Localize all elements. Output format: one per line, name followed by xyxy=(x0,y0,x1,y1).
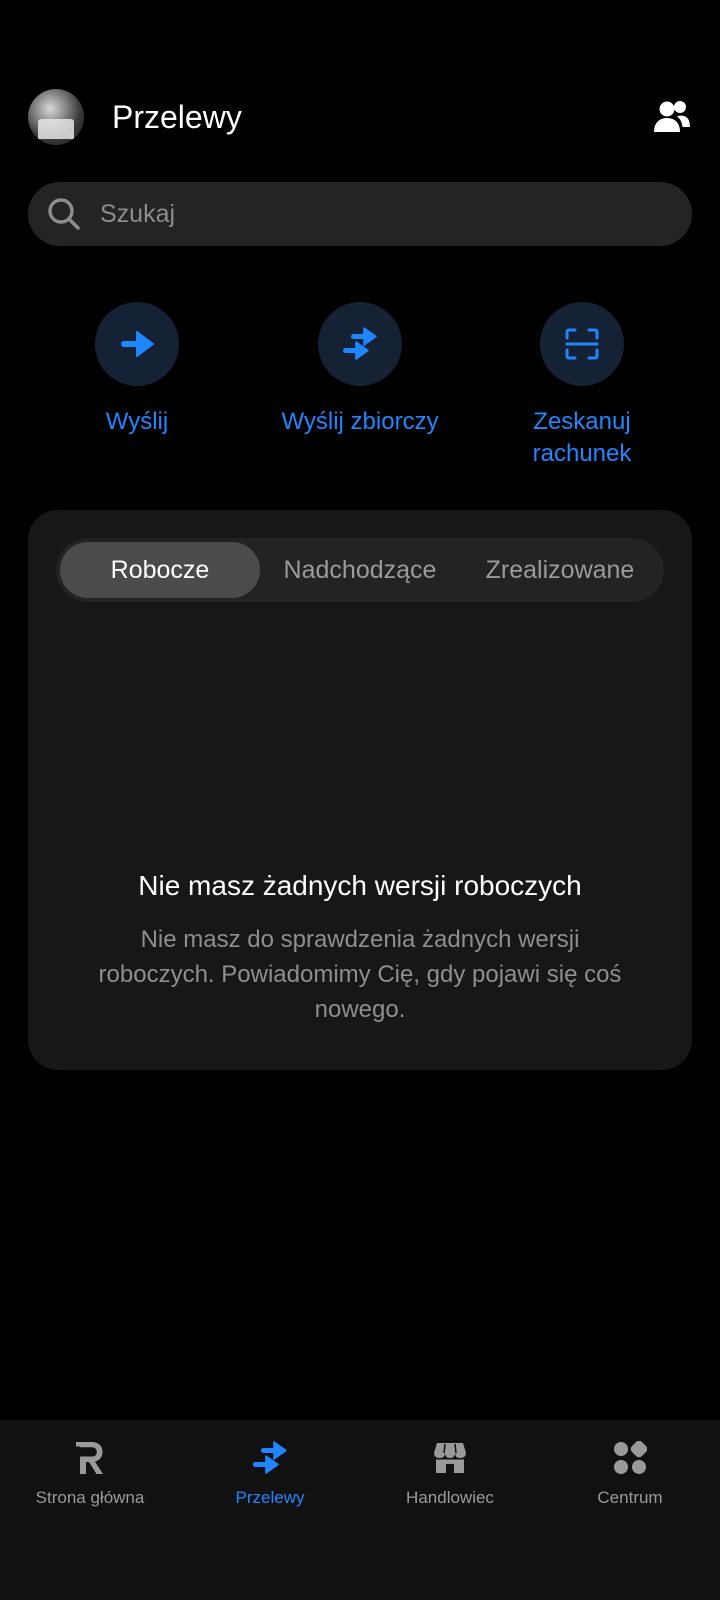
empty-state-description: Nie masz do sprawdzenia żadnych wersji r… xyxy=(98,926,622,1023)
scan-bill-button[interactable]: Zeskanuj rachunek xyxy=(472,302,692,470)
scan-bill-label: Zeskanuj rachunek xyxy=(532,408,632,467)
empty-state-title: Nie masz żadnych wersji roboczych xyxy=(138,870,582,901)
contacts-button[interactable] xyxy=(652,97,692,137)
nav-item-hub[interactable]: Centrum xyxy=(540,1436,720,1600)
avatar[interactable] xyxy=(28,89,84,145)
nav-item-merchant[interactable]: Handlowiec xyxy=(360,1436,540,1600)
page-title: Przelewy xyxy=(112,98,242,135)
bottom-nav: Strona główna Przelewy Handlowiec Centru… xyxy=(0,1420,720,1600)
quick-actions: Wyślij Wyślij zbiorczy Zeskanuj rachunek xyxy=(0,302,720,482)
transfers-screen: Przelewy Szukaj Wyślij Wyślij zbiorczy Z… xyxy=(0,0,720,1600)
tab-upcoming[interactable]: Nadchodzące xyxy=(260,542,460,598)
nav-item-transfers[interactable]: Przelewy xyxy=(180,1436,360,1600)
tab-drafts[interactable]: Robocze xyxy=(60,542,260,598)
search-bar[interactable] xyxy=(28,182,692,246)
arrow-right-icon xyxy=(121,331,154,357)
grid-icon xyxy=(608,1436,652,1480)
transfers-icon xyxy=(248,1436,292,1480)
scan-action-circle xyxy=(540,302,624,386)
send-label: Wyślij xyxy=(105,408,169,435)
send-button[interactable]: Wyślij xyxy=(27,302,247,438)
search-icon xyxy=(46,196,82,232)
bulk-send-action-circle xyxy=(318,302,402,386)
transfers-card: Robocze Nadchodzące Zrealizowane Nie mas… xyxy=(28,510,692,1070)
header: Przelewy xyxy=(28,88,692,146)
send-action-circle xyxy=(95,302,179,386)
contacts-icon xyxy=(654,101,690,132)
store-icon xyxy=(428,1436,472,1480)
search-input[interactable] xyxy=(98,198,642,230)
bulk-send-button[interactable]: Wyślij zbiorczy xyxy=(250,302,470,438)
scan-icon xyxy=(565,328,599,360)
nav-label-transfers: Przelewy xyxy=(235,1488,305,1507)
bulk-send-label: Wyślij zbiorczy xyxy=(281,408,439,435)
status-tabs: Robocze Nadchodzące Zrealizowane xyxy=(56,538,664,602)
nav-label-home: Strona główna xyxy=(35,1488,145,1507)
nav-label-merchant: Handlowiec xyxy=(406,1488,494,1507)
nav-label-hub: Centrum xyxy=(597,1488,663,1507)
revolut-logo-icon xyxy=(68,1436,112,1480)
tab-completed[interactable]: Zrealizowane xyxy=(460,542,660,598)
nav-item-home[interactable]: Strona główna xyxy=(0,1436,180,1600)
bulk-transfer-icon xyxy=(343,327,377,360)
